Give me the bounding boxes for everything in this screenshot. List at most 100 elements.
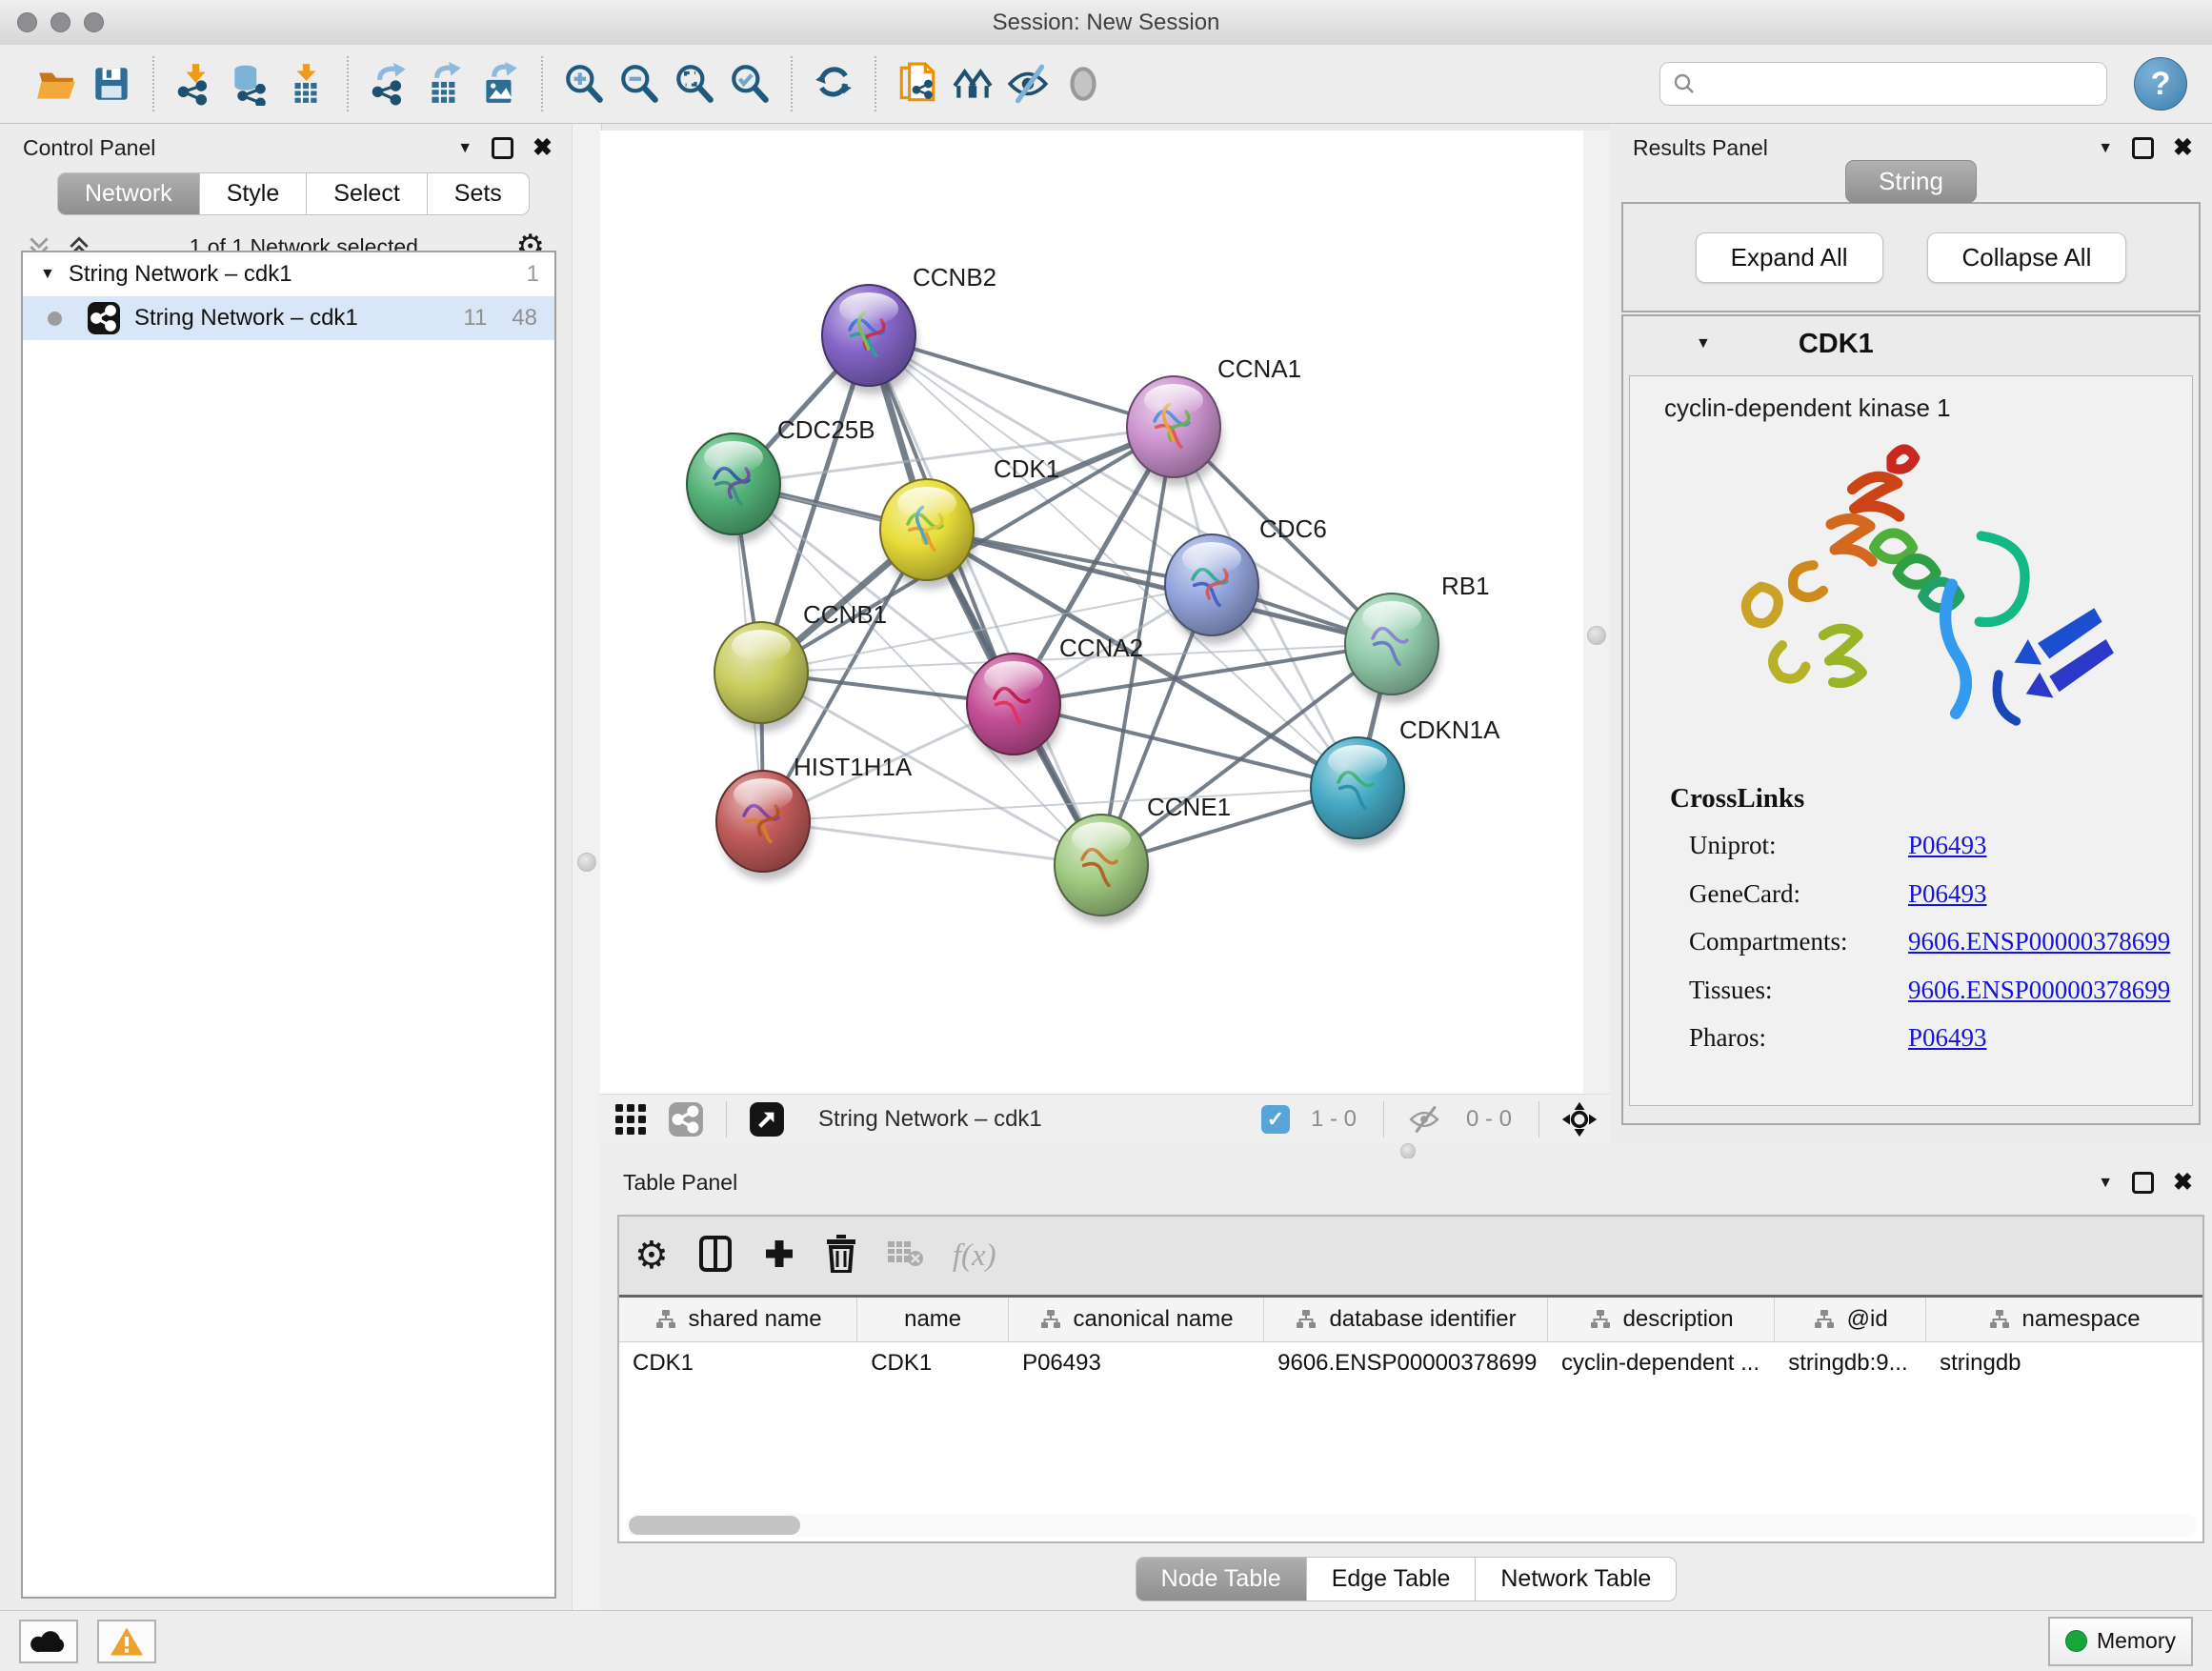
expand-all-button[interactable]: Expand All [1696,232,1883,283]
table-row[interactable]: CDK1CDK1P064939606.ENSP00000378699cyclin… [619,1342,2202,1386]
network-edge[interactable] [869,335,1101,865]
network-share-view-icon[interactable] [665,1100,707,1138]
network-node-ccne1[interactable]: CCNE1 [1055,793,1231,924]
collapse-all-button[interactable]: Collapse All [1927,232,2127,283]
network-node-ccnb2[interactable]: CCNB2 [822,263,996,394]
create-column-icon[interactable] [762,1237,796,1276]
column-header-name[interactable]: name [857,1298,1009,1341]
table-cell[interactable]: cyclin-dependent ... [1548,1342,1775,1386]
refresh-layout-icon[interactable] [806,55,861,112]
hide-selected-icon[interactable] [1000,55,1056,112]
collapse-panel-icon[interactable]: ▼ [457,141,473,156]
zoom-fit-icon[interactable] [667,55,722,112]
tab-sets[interactable]: Sets [428,172,530,215]
network-canvas[interactable]: CCNB2CCNA1CDC25BCDK1CDC6RB1CCNB1CCNA2CDK… [600,131,1583,1094]
table-cell[interactable]: CDK1 [857,1342,1009,1386]
table-options-gear-icon[interactable]: ⚙ [634,1237,669,1275]
horizontal-scrollbar[interactable] [625,1514,2197,1537]
network-grid-view-icon[interactable] [610,1100,652,1138]
splitter-handle[interactable] [1400,1143,1416,1159]
splitter-handle[interactable] [1587,626,1606,645]
float-panel-icon[interactable] [492,137,513,159]
tab-select[interactable]: Select [307,172,427,215]
vertical-splitter[interactable] [572,124,602,1610]
birdseye-view-icon[interactable] [1558,1100,1600,1138]
crosslink-value[interactable]: 9606.ENSP00000378699 [1908,969,2170,1012]
network-node-rb1[interactable]: RB1 [1345,572,1490,703]
tab-network[interactable]: Network [57,172,200,215]
import-network-file-icon[interactable] [168,55,223,112]
delete-column-icon[interactable] [825,1235,857,1278]
show-columns-icon[interactable] [697,1235,734,1278]
open-file-icon[interactable] [29,55,84,112]
table-cell[interactable]: stringdb [1926,1342,2202,1386]
network-row-selected[interactable]: String Network – cdk1 11 48 [23,296,554,340]
crosslink-value[interactable]: P06493 [1908,824,1987,867]
save-session-icon[interactable] [84,55,139,112]
scrollbar-thumb[interactable] [629,1516,800,1535]
import-network-database-icon[interactable] [223,55,278,112]
column-header-id[interactable]: @id [1775,1298,1926,1341]
collection-expand-icon[interactable]: ▼ [40,267,55,282]
node-label: CDKN1A [1399,715,1500,744]
show-all-icon[interactable] [1056,55,1111,112]
collapse-panel-icon[interactable]: ▼ [2098,1176,2113,1191]
zoom-selected-icon[interactable] [722,55,777,112]
network-right-splitter[interactable] [1583,131,1610,1094]
zoom-in-icon[interactable] [556,55,612,112]
column-header-canonical-name[interactable]: canonical name [1009,1298,1264,1341]
network-edge[interactable] [763,821,1101,865]
results-buttons-box: Expand All Collapse All [1621,202,2201,312]
tab-edge-table[interactable]: Edge Table [1307,1557,1477,1601]
network-node-cdc25b[interactable]: CDC25B [687,415,875,543]
memory-button[interactable]: Memory [2048,1617,2193,1666]
export-table-icon[interactable] [417,55,473,112]
tab-node-table[interactable]: Node Table [1136,1557,1307,1601]
network-node-hist1h1a[interactable]: HIST1H1A [716,753,913,880]
selected-nodes-checkbox[interactable]: ✓ [1261,1105,1290,1134]
export-image-icon[interactable] [473,55,528,112]
export-network-icon[interactable] [362,55,417,112]
collapse-panel-icon[interactable]: ▼ [2098,141,2113,156]
close-panel-icon[interactable]: ✖ [533,136,553,160]
table-cell[interactable]: 9606.ENSP00000378699 [1264,1342,1548,1386]
network-node-cdc6[interactable]: CDC6 [1165,514,1327,644]
network-collection-row[interactable]: ▼ String Network – cdk1 1 [23,252,554,296]
table-cell[interactable]: CDK1 [619,1342,857,1386]
detach-view-icon[interactable] [746,1100,788,1138]
tab-string[interactable]: String [1845,160,1977,203]
crosslinks-title: CrossLinks [1670,783,2192,815]
warning-status-button[interactable] [97,1620,156,1663]
table-cell[interactable]: stringdb:9... [1775,1342,1926,1386]
function-builder-icon: f(x) [953,1238,996,1274]
search-input[interactable] [1697,70,2095,98]
hidden-items-eye-icon[interactable] [1403,1100,1445,1138]
column-header-database-identifier[interactable]: database identifier [1264,1298,1548,1341]
float-panel-icon[interactable] [2132,137,2154,159]
float-panel-icon[interactable] [2132,1172,2154,1194]
new-network-from-selection-icon[interactable] [890,55,945,112]
column-header-namespace[interactable]: namespace [1926,1298,2202,1341]
zoom-out-icon[interactable] [612,55,667,112]
splitter-handle[interactable] [577,853,596,872]
close-panel-icon[interactable]: ✖ [2173,136,2193,160]
crosslink-value[interactable]: 9606.ENSP00000378699 [1908,920,2170,963]
import-table-icon[interactable] [278,55,333,112]
entry-expand-icon[interactable]: ▼ [1696,336,1711,352]
cloud-status-button[interactable] [19,1620,78,1663]
close-panel-icon[interactable]: ✖ [2173,1171,2193,1195]
horizontal-splitter[interactable] [600,1143,2212,1158]
column-header-shared-name[interactable]: shared name [619,1298,857,1341]
help-button[interactable]: ? [2134,57,2187,111]
table-cell[interactable]: P06493 [1009,1342,1264,1386]
first-neighbors-icon[interactable] [945,55,1000,112]
column-header-description[interactable]: description [1548,1298,1775,1341]
crosslink-value[interactable]: P06493 [1908,1017,1987,1059]
gene-entry-header[interactable]: ▼ CDK1 [1623,316,2199,372]
tab-style[interactable]: Style [200,172,308,215]
search-field[interactable] [1659,62,2107,106]
network-node-ccnb1[interactable]: CCNB1 [714,600,887,732]
network-node-cdkn1a[interactable]: CDKN1A [1311,715,1500,847]
crosslink-value[interactable]: P06493 [1908,873,1987,916]
tab-network-table[interactable]: Network Table [1476,1557,1677,1601]
